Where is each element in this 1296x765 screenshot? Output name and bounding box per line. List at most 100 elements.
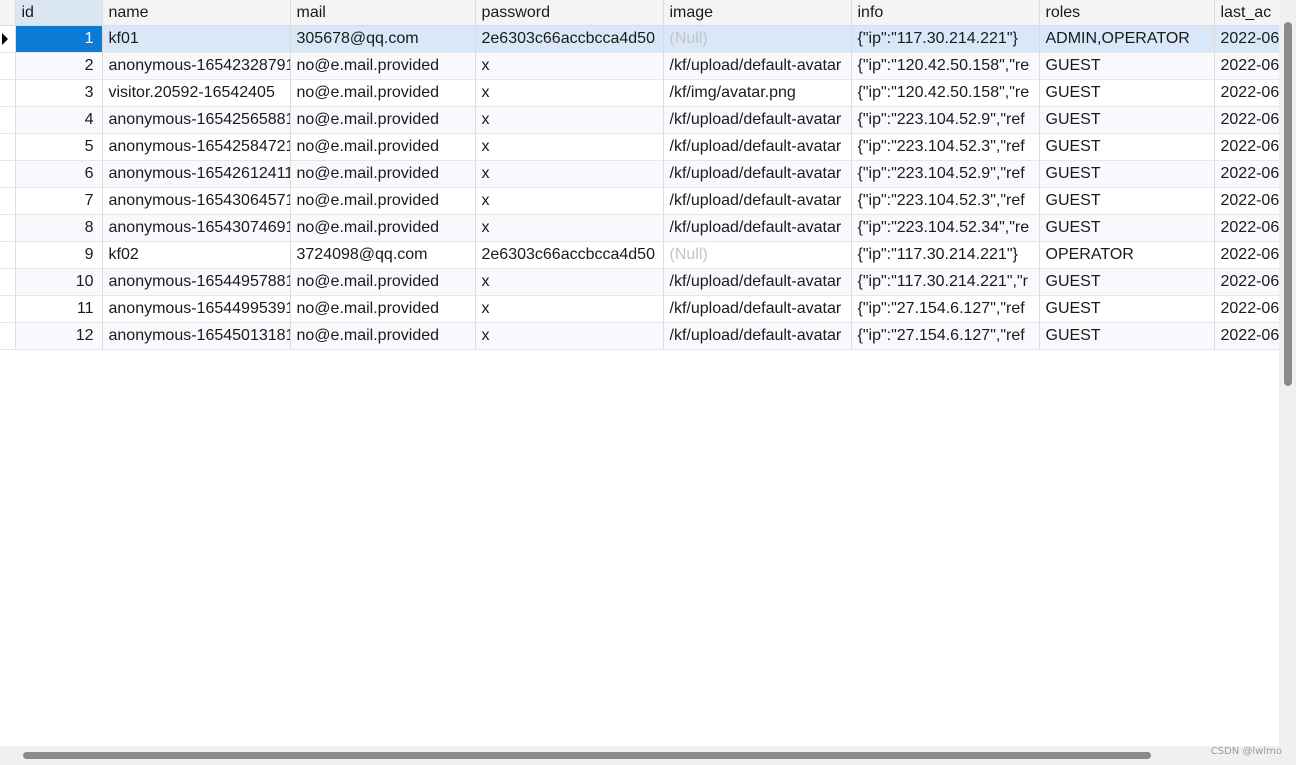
cell-image[interactable]: /kf/upload/default-avatar	[663, 133, 852, 161]
cell-roles[interactable]: GUEST	[1039, 214, 1215, 242]
cell-mail[interactable]: no@e.mail.provided	[290, 133, 476, 161]
cell-name[interactable]: anonymous-16542612411	[102, 160, 291, 188]
cell-info[interactable]: {"ip":"117.30.214.221","r	[851, 268, 1040, 296]
cell-mail[interactable]: no@e.mail.provided	[290, 187, 476, 215]
cell-last-ac[interactable]: 2022-06	[1214, 79, 1279, 107]
cell-password[interactable]: x	[475, 133, 664, 161]
cell-image[interactable]: /kf/upload/default-avatar	[663, 52, 852, 80]
row-indicator[interactable]	[0, 79, 16, 107]
data-grid[interactable]: id name mail password image info roles l…	[0, 0, 1279, 746]
cell-info[interactable]: {"ip":"223.104.52.34","re	[851, 214, 1040, 242]
cell-id[interactable]: 5	[15, 133, 103, 161]
table-row[interactable]: 8 anonymous-16543074691 no@e.mail.provided…	[0, 214, 1279, 242]
cell-password[interactable]: x	[475, 106, 664, 134]
table-row[interactable]: 3 visitor.20592-16542405 no@e.mail.provide…	[0, 79, 1279, 107]
row-indicator[interactable]	[0, 214, 16, 242]
column-header-image[interactable]: image	[663, 0, 852, 26]
cell-image[interactable]: /kf/upload/default-avatar	[663, 187, 852, 215]
cell-roles[interactable]: GUEST	[1039, 295, 1215, 323]
cell-last-ac[interactable]: 2022-06	[1214, 322, 1279, 350]
vertical-scrollbar[interactable]	[1279, 0, 1296, 765]
cell-mail[interactable]: no@e.mail.provided	[290, 79, 476, 107]
column-header-info[interactable]: info	[851, 0, 1040, 26]
cell-id[interactable]: 8	[15, 214, 103, 242]
row-indicator[interactable]	[0, 160, 16, 188]
cell-info[interactable]: {"ip":"223.104.52.3","ref	[851, 133, 1040, 161]
cell-roles[interactable]: GUEST	[1039, 187, 1215, 215]
cell-id[interactable]: 10	[15, 268, 103, 296]
table-row[interactable]: 1 kf01 305678@qq.com 2e6303c66accbcca4d50 (N…	[0, 25, 1279, 53]
cell-last-ac[interactable]: 2022-06	[1214, 268, 1279, 296]
cell-image[interactable]: (Null)	[663, 241, 852, 269]
table-row[interactable]: 9 kf02 3724098@qq.com 2e6303c66accbcca4d50(…	[0, 241, 1279, 269]
cell-info[interactable]: {"ip":"117.30.214.221"}	[851, 25, 1040, 53]
table-row[interactable]: 4 anonymous-16542565881 no@e.mail.provided…	[0, 106, 1279, 134]
cell-name[interactable]: anonymous-16544995391	[102, 295, 291, 323]
cell-password[interactable]: x	[475, 187, 664, 215]
cell-mail[interactable]: 3724098@qq.com	[290, 241, 476, 269]
vertical-scroll-thumb[interactable]	[1284, 22, 1292, 386]
horizontal-scrollbar[interactable]	[0, 746, 1279, 765]
cell-name[interactable]: anonymous-16543064571	[102, 187, 291, 215]
cell-id[interactable]: 6	[15, 160, 103, 188]
cell-info[interactable]: {"ip":"223.104.52.9","ref	[851, 106, 1040, 134]
cell-image[interactable]: /kf/upload/default-avatar	[663, 160, 852, 188]
row-indicator[interactable]	[0, 187, 16, 215]
table-row[interactable]: 10 anonymous-16544957881 no@e.mail.provide…	[0, 268, 1279, 296]
column-header-name[interactable]: name	[102, 0, 291, 26]
column-header-password[interactable]: password	[475, 0, 664, 26]
column-header-last-ac[interactable]: last_ac	[1214, 0, 1279, 26]
cell-info[interactable]: {"ip":"117.30.214.221"}	[851, 241, 1040, 269]
cell-last-ac[interactable]: 2022-06	[1214, 187, 1279, 215]
cell-info[interactable]: {"ip":"120.42.50.158","re	[851, 52, 1040, 80]
table-row[interactable]: 5 anonymous-16542584721 no@e.mail.provided…	[0, 133, 1279, 161]
cell-mail[interactable]: no@e.mail.provided	[290, 52, 476, 80]
cell-password[interactable]: x	[475, 79, 664, 107]
row-indicator[interactable]	[0, 25, 16, 53]
cell-last-ac[interactable]: 2022-06	[1214, 106, 1279, 134]
cell-password[interactable]: x	[475, 295, 664, 323]
cell-last-ac[interactable]: 2022-06	[1214, 25, 1279, 53]
cell-name[interactable]: kf01	[102, 25, 291, 53]
cell-roles[interactable]: GUEST	[1039, 268, 1215, 296]
horizontal-scroll-thumb[interactable]	[23, 752, 1151, 759]
cell-image[interactable]: /kf/upload/default-avatar	[663, 268, 852, 296]
cell-mail[interactable]: 305678@qq.com	[290, 25, 476, 53]
cell-password[interactable]: x	[475, 268, 664, 296]
cell-id[interactable]: 1	[15, 25, 103, 53]
column-header-roles[interactable]: roles	[1039, 0, 1215, 26]
cell-id[interactable]: 7	[15, 187, 103, 215]
cell-id[interactable]: 4	[15, 106, 103, 134]
cell-roles[interactable]: GUEST	[1039, 79, 1215, 107]
cell-name[interactable]: anonymous-16542328791	[102, 52, 291, 80]
column-header-mail[interactable]: mail	[290, 0, 476, 26]
cell-name[interactable]: visitor.20592-16542405	[102, 79, 291, 107]
cell-password[interactable]: x	[475, 52, 664, 80]
row-indicator[interactable]	[0, 52, 16, 80]
cell-info[interactable]: {"ip":"223.104.52.9","ref	[851, 160, 1040, 188]
cell-id[interactable]: 11	[15, 295, 103, 323]
cell-info[interactable]: {"ip":"27.154.6.127","ref	[851, 295, 1040, 323]
cell-name[interactable]: anonymous-16542565881	[102, 106, 291, 134]
cell-mail[interactable]: no@e.mail.provided	[290, 160, 476, 188]
cell-roles[interactable]: GUEST	[1039, 322, 1215, 350]
column-header-id[interactable]: id	[15, 0, 103, 26]
row-indicator[interactable]	[0, 268, 16, 296]
cell-password[interactable]: x	[475, 322, 664, 350]
cell-password[interactable]: 2e6303c66accbcca4d50	[475, 25, 664, 53]
cell-password[interactable]: x	[475, 214, 664, 242]
cell-last-ac[interactable]: 2022-06	[1214, 295, 1279, 323]
cell-image[interactable]: /kf/upload/default-avatar	[663, 322, 852, 350]
table-row[interactable]: 6 anonymous-16542612411 no@e.mail.provided…	[0, 160, 1279, 188]
table-row[interactable]: 12 anonymous-16545013181 no@e.mail.provide…	[0, 322, 1279, 350]
cell-name[interactable]: anonymous-16543074691	[102, 214, 291, 242]
cell-last-ac[interactable]: 2022-06	[1214, 214, 1279, 242]
cell-name[interactable]: anonymous-16544957881	[102, 268, 291, 296]
cell-mail[interactable]: no@e.mail.provided	[290, 268, 476, 296]
cell-last-ac[interactable]: 2022-06	[1214, 160, 1279, 188]
cell-image[interactable]: /kf/upload/default-avatar	[663, 106, 852, 134]
row-indicator[interactable]	[0, 241, 16, 269]
cell-image[interactable]: /kf/upload/default-avatar	[663, 214, 852, 242]
row-indicator[interactable]	[0, 106, 16, 134]
cell-roles[interactable]: GUEST	[1039, 160, 1215, 188]
